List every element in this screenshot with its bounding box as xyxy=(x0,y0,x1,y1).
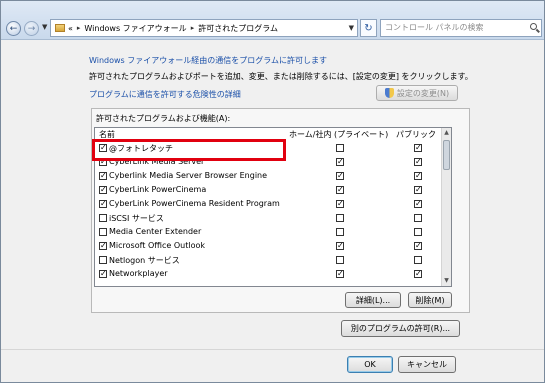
program-enabled-checkbox[interactable]: ✓ xyxy=(99,186,107,194)
breadcrumb-separator-icon[interactable]: ▸ xyxy=(191,24,195,32)
program-row[interactable]: ✓ Microsoft Office Outlook ✓ ✓ xyxy=(95,240,443,254)
scroll-thumb[interactable] xyxy=(443,140,450,170)
scroll-up-icon[interactable]: ▲ xyxy=(442,128,451,138)
home-network-checkbox[interactable] xyxy=(336,228,344,236)
program-enabled-checkbox[interactable] xyxy=(99,256,107,264)
breadcrumb-separator-icon[interactable]: ▸ xyxy=(77,24,81,32)
description-text: 許可されたプログラムおよびポートを追加、変更、または削除するには、[設定の変更]… xyxy=(89,72,473,81)
home-network-checkbox[interactable] xyxy=(336,214,344,222)
public-network-checkbox[interactable]: ✓ xyxy=(414,200,422,208)
scroll-down-icon[interactable]: ▼ xyxy=(442,276,451,286)
programs-group-label: 許可されたプログラムおよび機能(A): xyxy=(96,114,231,123)
control-panel-icon xyxy=(55,24,65,32)
navigation-bar: ← → ▼ « ▸ Windows ファイアウォール ▸ 許可されたプログラム … xyxy=(1,1,544,40)
history-dropdown-icon[interactable]: ▼ xyxy=(42,23,47,31)
program-row[interactable]: ✓ CyberLink PowerCinema ✓ ✓ xyxy=(95,184,443,198)
highlight-annotation xyxy=(92,139,286,161)
page-title-link[interactable]: Windows ファイアウォール経由の通信をプログラムに許可します xyxy=(89,55,327,66)
public-network-checkbox[interactable]: ✓ xyxy=(414,242,422,250)
risk-info-link[interactable]: プログラムに通信を許可する危険性の詳細 xyxy=(89,89,241,100)
breadcrumb-firewall[interactable]: Windows ファイアウォール xyxy=(84,23,186,34)
program-name: Microsoft Office Outlook xyxy=(109,241,205,250)
refresh-button[interactable]: ↻ xyxy=(360,19,377,37)
program-row[interactable]: ✓ Networkplayer ✓ ✓ xyxy=(95,268,443,282)
program-enabled-checkbox[interactable]: ✓ xyxy=(99,270,107,278)
program-name: CyberLink PowerCinema xyxy=(109,185,207,194)
public-network-checkbox[interactable] xyxy=(414,256,422,264)
public-network-checkbox[interactable] xyxy=(414,228,422,236)
home-network-checkbox[interactable]: ✓ xyxy=(336,172,344,180)
home-network-checkbox[interactable]: ✓ xyxy=(336,242,344,250)
search-placeholder: コントロール パネルの検索 xyxy=(385,23,484,32)
program-name: Media Center Extender xyxy=(109,227,202,236)
program-row[interactable]: iSCSI サービス xyxy=(95,212,443,226)
program-row[interactable]: ✓ Cyberlink Media Server Browser Engine ✓ ✓ xyxy=(95,170,443,184)
refresh-icon: ↻ xyxy=(364,22,373,34)
program-name: Cyberlink Media Server Browser Engine xyxy=(109,171,268,180)
program-enabled-checkbox[interactable]: ✓ xyxy=(99,242,107,250)
public-network-checkbox[interactable]: ✓ xyxy=(414,172,422,180)
home-network-checkbox[interactable]: ✓ xyxy=(336,270,344,278)
program-name: CyberLink PowerCinema Resident Program xyxy=(109,199,280,208)
cancel-button[interactable]: キャンセル xyxy=(398,356,456,373)
breadcrumb-allowed-programs[interactable]: 許可されたプログラム xyxy=(198,23,278,34)
footer-divider xyxy=(1,349,544,350)
program-row[interactable]: Netlogon サービス xyxy=(95,254,443,268)
remove-button[interactable]: 削除(M) xyxy=(408,292,452,308)
change-settings-button[interactable]: 設定の変更(N) xyxy=(376,85,458,101)
program-row[interactable]: Media Center Extender xyxy=(95,226,443,240)
forward-button[interactable]: → xyxy=(24,21,39,36)
change-settings-label: 設定の変更(N) xyxy=(396,88,450,98)
program-enabled-checkbox[interactable] xyxy=(99,214,107,222)
ok-button[interactable]: OK xyxy=(347,356,393,373)
public-network-checkbox[interactable]: ✓ xyxy=(414,144,422,152)
details-button[interactable]: 詳細(L)... xyxy=(345,292,401,308)
program-enabled-checkbox[interactable]: ✓ xyxy=(99,172,107,180)
back-button[interactable]: ← xyxy=(6,21,21,36)
program-name: Networkplayer xyxy=(109,269,168,278)
address-bar[interactable]: « ▸ Windows ファイアウォール ▸ 許可されたプログラム ▼ xyxy=(50,19,358,37)
forward-arrow-icon: → xyxy=(27,23,36,34)
uac-shield-icon xyxy=(384,88,394,98)
column-header-public[interactable]: パブリック xyxy=(396,129,436,140)
address-dropdown-icon[interactable]: ▼ xyxy=(349,24,354,32)
program-row[interactable]: ✓ CyberLink PowerCinema Resident Program ✓… xyxy=(95,198,443,212)
program-name: iSCSI サービス xyxy=(109,214,164,223)
search-icon[interactable] xyxy=(530,23,537,30)
breadcrumb-overflow[interactable]: « xyxy=(68,24,73,33)
public-network-checkbox[interactable]: ✓ xyxy=(414,270,422,278)
search-input[interactable]: コントロール パネルの検索 xyxy=(380,19,542,37)
home-network-checkbox[interactable]: ✓ xyxy=(336,200,344,208)
back-arrow-icon: ← xyxy=(9,23,18,34)
home-network-checkbox[interactable] xyxy=(336,144,344,152)
program-name: Netlogon サービス xyxy=(109,256,180,265)
allow-another-program-button[interactable]: 別のプログラムの許可(R)... xyxy=(341,320,460,337)
home-network-checkbox[interactable]: ✓ xyxy=(336,186,344,194)
public-network-checkbox[interactable]: ✓ xyxy=(414,158,422,166)
home-network-checkbox[interactable]: ✓ xyxy=(336,158,344,166)
program-enabled-checkbox[interactable] xyxy=(99,228,107,236)
column-header-home[interactable]: ホーム/社内 (プライベート) xyxy=(289,129,388,140)
home-network-checkbox[interactable] xyxy=(336,256,344,264)
public-network-checkbox[interactable]: ✓ xyxy=(414,186,422,194)
program-enabled-checkbox[interactable]: ✓ xyxy=(99,200,107,208)
public-network-checkbox[interactable] xyxy=(414,214,422,222)
vertical-scrollbar[interactable]: ▲ ▼ xyxy=(441,128,451,286)
window: ← → ▼ « ▸ Windows ファイアウォール ▸ 許可されたプログラム … xyxy=(0,0,545,383)
